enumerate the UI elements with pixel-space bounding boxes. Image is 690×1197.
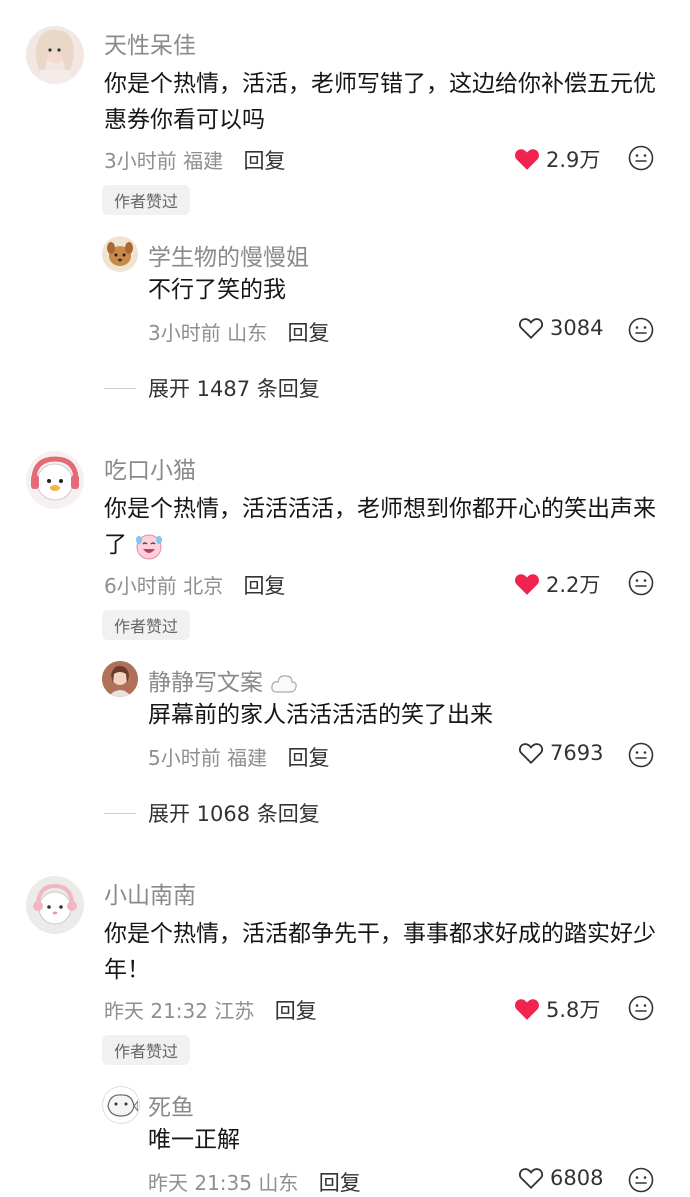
emoji-reaction-icon[interactable] <box>628 570 654 596</box>
comment-text-content: 你是个热情，活活活活，老师想到你都开心的笑出声来了 <box>104 496 656 558</box>
username[interactable]: 吃口小猫 <box>104 451 196 485</box>
reply-avatar[interactable] <box>102 236 138 272</box>
expand-replies-label: 展开 1487 条回复 <box>148 377 320 401</box>
emoji-reaction-icon[interactable] <box>628 317 654 343</box>
emoji-reaction-icon[interactable] <box>628 1167 654 1193</box>
reply-location: 山东 <box>227 321 268 345</box>
divider-line <box>104 387 136 389</box>
heart-filled-icon <box>515 574 539 595</box>
author-liked-badge: 作者赞过 <box>102 1035 191 1065</box>
username[interactable]: 小山南南 <box>104 876 196 910</box>
username[interactable]: 天性呆佳 <box>104 26 196 60</box>
reply-button[interactable]: 回复 <box>287 746 329 770</box>
cloud-icon <box>271 674 298 693</box>
heart-outline-icon <box>518 1168 544 1190</box>
reply-meta: 昨天 21:35 山东 回复 <box>148 1167 361 1197</box>
like-count: 2.9万 <box>546 148 601 172</box>
heart-filled-icon <box>515 999 539 1020</box>
comment-meta: 昨天 21:32 江苏 回复 <box>104 995 317 1025</box>
expand-replies-button[interactable]: 展开 1487 条回复 <box>104 373 320 403</box>
reply-text: 屏幕前的家人活活活活的笑了出来 <box>148 702 493 728</box>
comment-location: 江苏 <box>214 999 255 1023</box>
expand-replies-button[interactable]: 展开 1068 条回复 <box>104 798 320 828</box>
reply-username[interactable]: 学生物的慢慢姐 <box>148 238 309 272</box>
comment-time: 3小时前 <box>104 149 177 173</box>
reply-location: 山东 <box>258 1171 299 1195</box>
reply-button[interactable]: 回复 <box>275 999 317 1023</box>
user-avatar[interactable] <box>26 451 84 509</box>
like-button[interactable]: 2.2万 <box>514 569 600 599</box>
comment-meta: 6小时前 北京 回复 <box>104 570 285 600</box>
like-count: 5.8万 <box>546 998 601 1022</box>
comment-time: 6小时前 <box>104 574 177 598</box>
reply-time: 5小时前 <box>148 746 221 770</box>
like-count: 6808 <box>550 1166 604 1190</box>
like-count: 3084 <box>550 316 604 340</box>
comment-text: 你是个热情，活活，老师写错了，这边给你补偿五元优惠券你看可以吗 <box>104 71 656 133</box>
like-button[interactable]: 7693 <box>518 741 603 765</box>
like-button[interactable]: 2.9万 <box>514 144 600 174</box>
reply-time: 3小时前 <box>148 321 221 345</box>
author-liked-badge: 作者赞过 <box>102 185 191 215</box>
reply-button[interactable]: 回复 <box>243 574 285 598</box>
reply-text: 不行了笑的我 <box>148 277 286 303</box>
reply-username-text: 静静写文案 <box>148 670 263 696</box>
comment-location: 北京 <box>183 574 224 598</box>
like-count: 2.2万 <box>546 573 601 597</box>
reply-username[interactable]: 静静写文案 <box>148 663 298 697</box>
emoji-reaction-icon[interactable] <box>628 742 654 768</box>
comment-location: 福建 <box>183 149 224 173</box>
heart-filled-icon <box>515 149 539 170</box>
reply-meta: 3小时前 山东 回复 <box>148 317 329 347</box>
divider-line <box>104 812 136 814</box>
reply-text: 唯一正解 <box>148 1127 240 1153</box>
reply-time: 昨天 21:35 <box>148 1171 252 1195</box>
comment-text: 你是个热情，活活活活，老师想到你都开心的笑出声来了 <box>104 491 660 563</box>
like-button[interactable]: 5.8万 <box>514 994 600 1024</box>
user-avatar[interactable] <box>26 876 84 934</box>
reply-location: 福建 <box>227 746 268 770</box>
user-avatar[interactable] <box>26 26 84 84</box>
like-count: 7693 <box>550 741 604 765</box>
like-button[interactable]: 6808 <box>518 1166 603 1190</box>
comment-time: 昨天 21:32 <box>104 999 208 1023</box>
laughing-crying-emoji-icon <box>136 534 163 559</box>
comment-meta: 3小时前 福建 回复 <box>104 145 285 175</box>
reply-button[interactable]: 回复 <box>287 321 329 345</box>
heart-outline-icon <box>518 743 544 765</box>
reply-button[interactable]: 回复 <box>319 1171 361 1195</box>
expand-replies-label: 展开 1068 条回复 <box>148 802 320 826</box>
emoji-reaction-icon[interactable] <box>628 995 654 1021</box>
like-button[interactable]: 3084 <box>518 316 603 340</box>
reply-meta: 5小时前 福建 回复 <box>148 742 329 772</box>
reply-button[interactable]: 回复 <box>243 149 285 173</box>
author-liked-badge: 作者赞过 <box>102 610 191 640</box>
reply-avatar[interactable] <box>102 1086 140 1124</box>
emoji-reaction-icon[interactable] <box>628 145 654 171</box>
reply-username[interactable]: 死鱼 <box>148 1088 194 1122</box>
comment-text: 你是个热情，活活都争先干，事事都求好成的踏实好少年！ <box>104 921 656 983</box>
reply-avatar[interactable] <box>102 661 138 697</box>
heart-outline-icon <box>518 318 544 340</box>
